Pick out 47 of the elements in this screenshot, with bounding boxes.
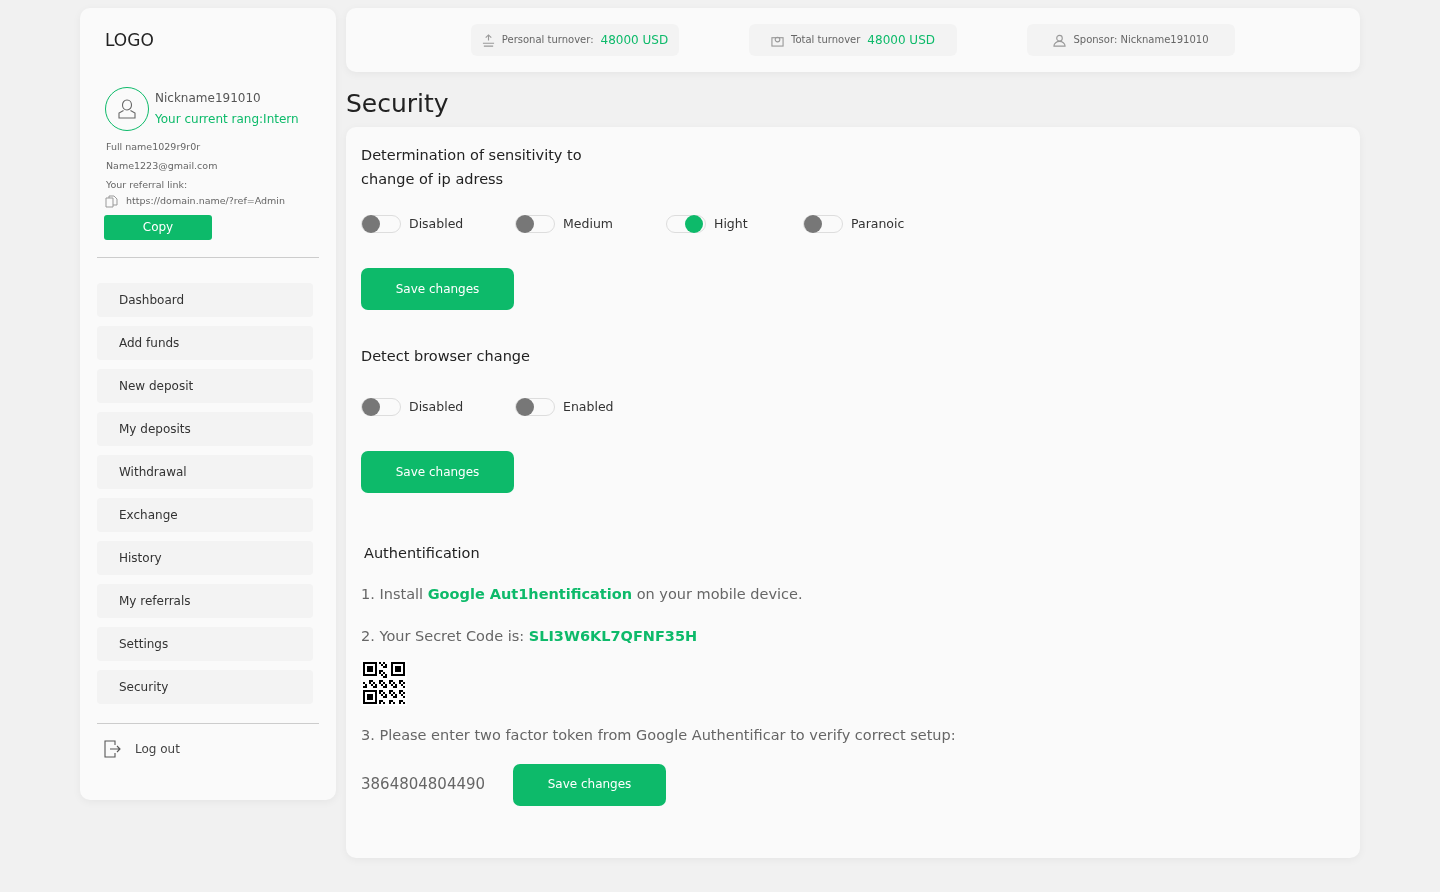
toggle-switch[interactable] [515,398,555,417]
referral-link[interactable]: https://domain.name/?ref=Admin [126,193,285,210]
menu-item[interactable]: Add funds [97,326,313,361]
menu-item[interactable]: My deposits [97,412,313,447]
toggle-switch[interactable] [515,215,555,234]
stat-value: 48000 USD [600,32,669,48]
toggle-label: Paranoic [851,216,905,233]
logout-icon [104,740,121,759]
stat-label: Total turnover [791,33,861,47]
toggle-label: Medium [563,216,613,233]
toggle-label: Disabled [409,216,464,233]
secret-code-text: 2. Your Secret Code is: SLI3W6KL7QFNF35H [361,627,699,646]
user-icon [1053,33,1067,47]
instruction-text: 1. Install Google Aut1hentification on your mobile device. [361,585,804,604]
stat-label: Personal turnover: [501,33,594,47]
menu-item[interactable]: Withdrawal [97,455,313,490]
qr-code [361,659,407,706]
copy-icon [105,194,118,208]
menu-item[interactable]: Settings [97,627,313,662]
toggle-switch[interactable] [666,215,706,234]
toggle-switch[interactable] [361,215,401,234]
menu-item[interactable]: History [97,541,313,576]
section-title: Authentification [364,544,481,564]
menu-item[interactable]: My referrals [97,584,313,619]
page-title: Security [346,88,450,120]
instruction-text: 3. Please enter two factor token from Google Authentificar to verify correct setup: [361,725,957,744]
logout-link[interactable]: Log out [135,741,180,757]
toggle-label: Disabled [409,399,464,416]
menu-item[interactable]: Dashboard [97,283,313,318]
rank-text: Your current rang:Intern [155,112,299,128]
stat-value: 48000 USD [867,32,935,48]
toggle-switch[interactable] [803,215,843,234]
email-text: Name1223@gmail.com [106,159,219,174]
stat-label: Sponsor: Nickname191010 [1073,33,1209,47]
referral-label: Your referral link: [106,178,189,193]
token-field[interactable]: 3864804804490 [361,775,493,794]
menu-item[interactable]: New deposit [97,369,313,404]
menu-item[interactable]: Security [97,670,313,705]
toggle-switch[interactable] [361,398,401,417]
full-name-text: Full name1029r9r0r [106,140,202,155]
toggle-label: Hight [714,216,748,233]
menu-item[interactable]: Exchange [97,498,313,533]
section-title: Determination of sensitivity to change of ip adress [361,146,583,190]
toggle-label: Enabled [563,399,614,416]
section-title: Detect browser change [361,347,531,367]
logo-text: LOGO [105,30,155,52]
nickname-text: Nickname191010 [155,91,262,107]
